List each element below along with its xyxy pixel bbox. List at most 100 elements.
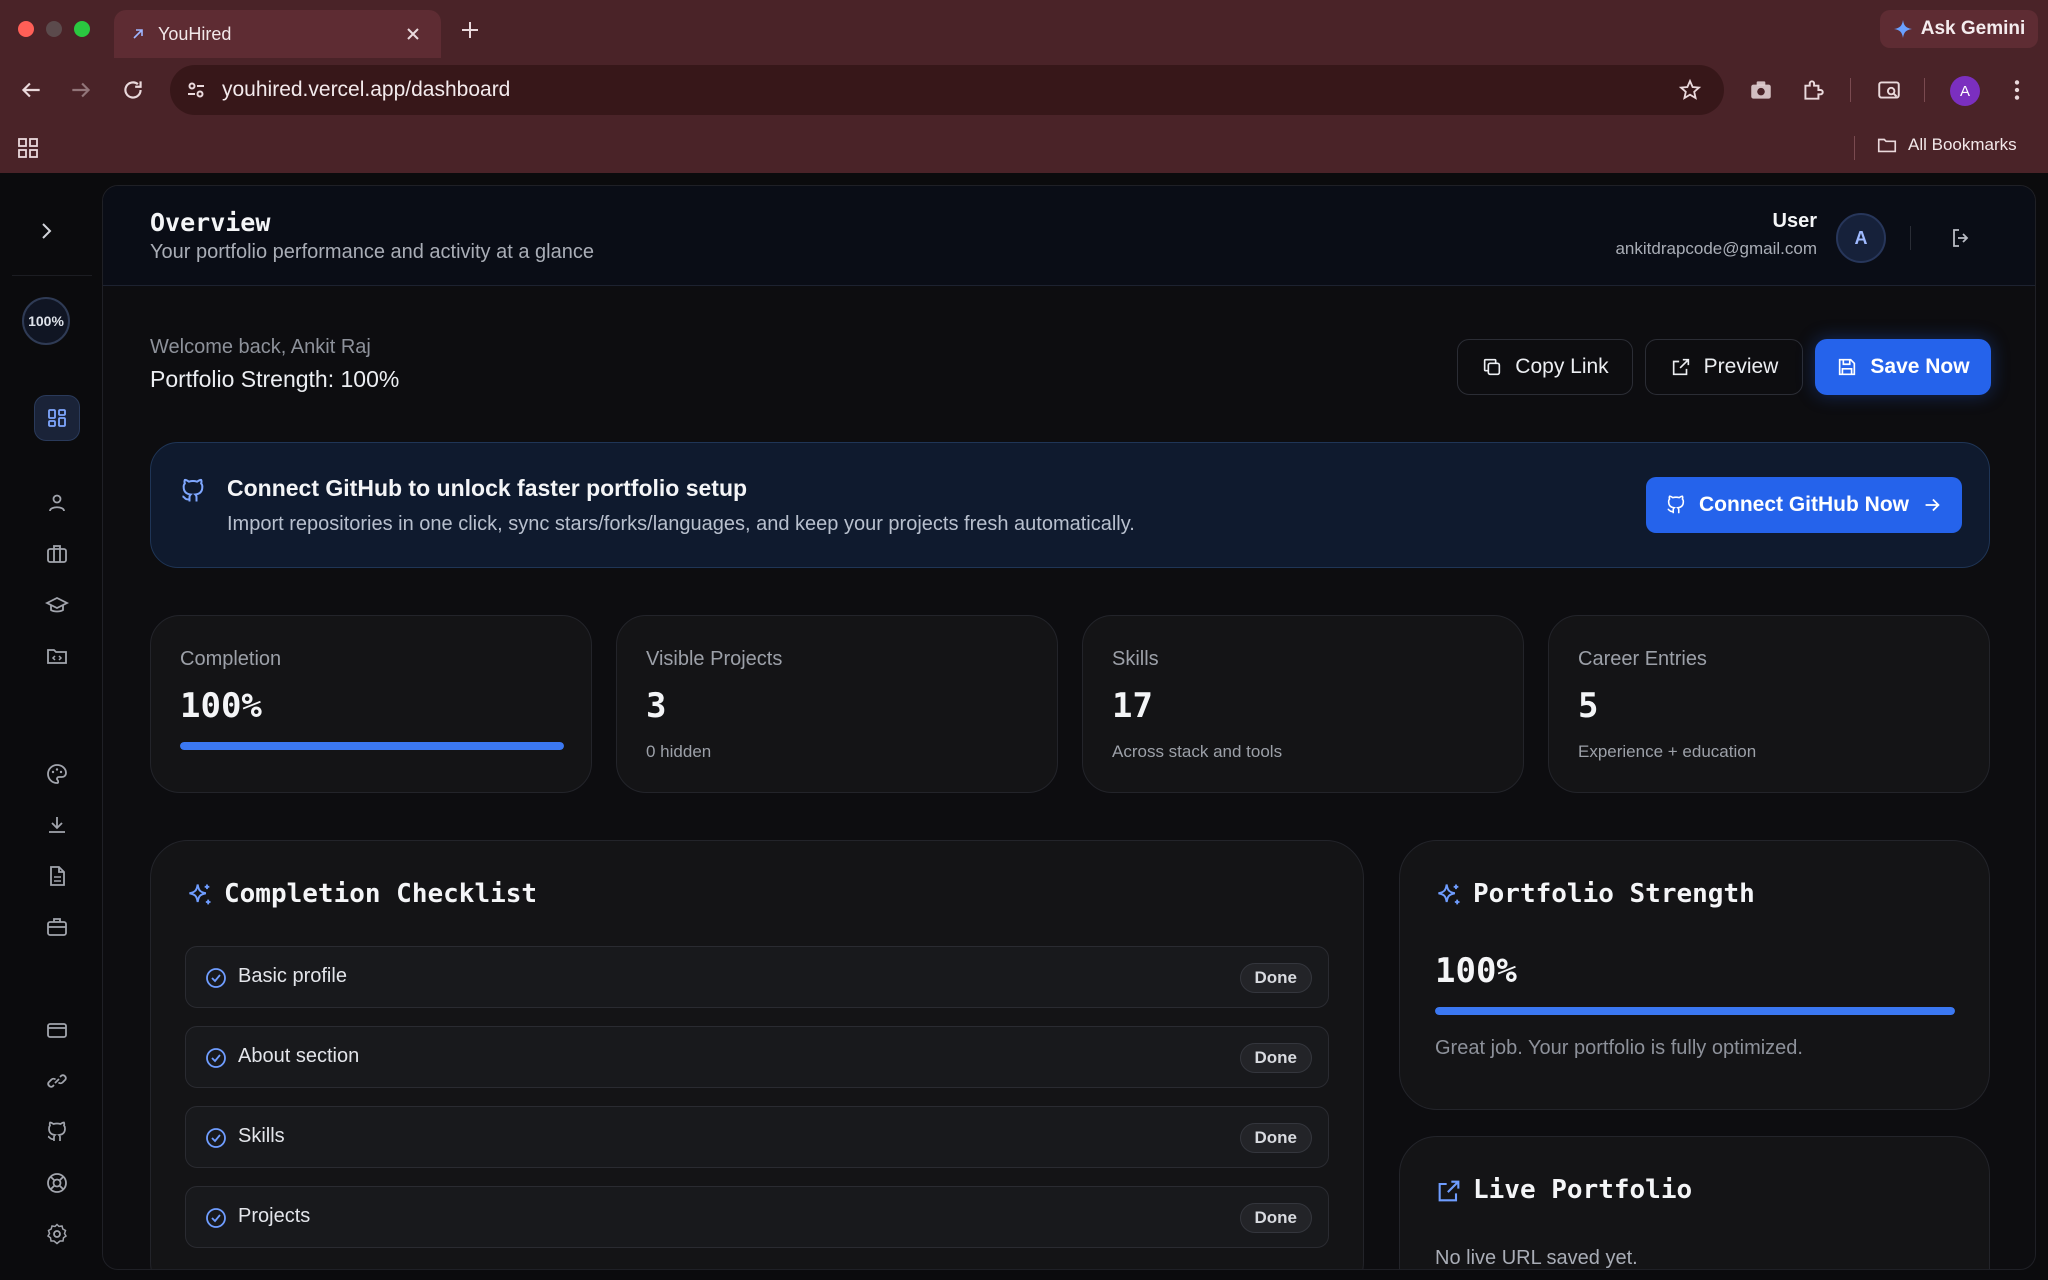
stat-subtext: Experience + education: [1578, 742, 1757, 761]
copy-icon: [1484, 358, 1501, 376]
tab-search-icon[interactable]: [1876, 77, 1902, 103]
file-text-icon[interactable]: [45, 864, 69, 888]
portfolio-strength-fill: [1435, 1007, 1955, 1015]
live-portfolio-message: No live URL saved yet.: [1435, 1247, 1638, 1269]
portfolio-strength-value: 100%: [1435, 951, 1517, 991]
user-avatar[interactable]: A: [1836, 213, 1886, 263]
stat-label: Visible Projects: [646, 648, 783, 670]
toolbar-separator: [1924, 78, 1925, 102]
header-separator: [1910, 226, 1911, 250]
stat-value: 100%: [180, 686, 262, 726]
folder-code-icon[interactable]: [45, 644, 69, 668]
close-window-button[interactable]: [18, 21, 34, 37]
completion-progress-fill: [180, 742, 564, 750]
apps-grid-icon[interactable]: [16, 136, 40, 160]
user-email: ankitdrapcode@gmail.com: [1615, 239, 1817, 258]
palette-icon[interactable]: [45, 762, 69, 786]
github-icon[interactable]: [45, 1120, 69, 1144]
lifebuoy-icon[interactable]: [45, 1171, 69, 1195]
back-icon[interactable]: [18, 77, 44, 103]
save-now-button[interactable]: Save Now: [1815, 339, 1991, 395]
browser-tab[interactable]: YouHired: [114, 10, 441, 58]
ask-gemini-button[interactable]: Ask Gemini: [1880, 10, 2038, 48]
new-tab-icon[interactable]: [458, 18, 482, 42]
site-settings-icon[interactable]: [184, 78, 208, 102]
forward-icon[interactable]: [68, 77, 94, 103]
check-circle-icon: [206, 1048, 226, 1068]
minimize-window-button[interactable]: [46, 21, 62, 37]
camera-extension-icon[interactable]: [1748, 77, 1774, 103]
checklist-item-label: About section: [238, 1045, 360, 1067]
github-banner-title: Connect GitHub to unlock faster portfoli…: [227, 475, 748, 501]
status-badge: Done: [1239, 963, 1312, 993]
live-portfolio-title: Live Portfolio: [1473, 1175, 1693, 1205]
stat-value: 3: [646, 686, 667, 726]
sidebar-expand-icon[interactable]: [34, 219, 58, 243]
checklist-item: Skills Done: [185, 1106, 1329, 1168]
stat-label: Completion: [180, 648, 282, 670]
profile-avatar[interactable]: A: [1950, 76, 1980, 106]
github-icon: [182, 478, 204, 502]
graduation-cap-icon[interactable]: [45, 593, 69, 617]
folder-icon: [1877, 138, 1897, 153]
live-portfolio-card: Live Portfolio No live URL saved yet.: [1399, 1136, 1990, 1269]
ask-gemini-label: Ask Gemini: [1920, 18, 2026, 39]
sparkles-icon: [189, 884, 211, 905]
extensions-puzzle-icon[interactable]: [1800, 77, 1826, 103]
address-bar[interactable]: youhired.vercel.app/dashboard: [170, 65, 1724, 115]
briefcase-alt-icon[interactable]: [45, 915, 69, 939]
browser-chrome: YouHired Ask Gemini youhired.vercel.app/…: [0, 0, 2048, 173]
copy-link-label: Copy Link: [1515, 355, 1609, 378]
checklist-item-label: Basic profile: [238, 965, 347, 987]
download-icon[interactable]: [45, 813, 69, 837]
portfolio-strength-line: Portfolio Strength: 100%: [150, 366, 400, 392]
save-now-label: Save Now: [1870, 355, 1970, 378]
preview-button[interactable]: Preview: [1645, 339, 1803, 395]
stat-label: Career Entries: [1578, 648, 1707, 670]
sidebar-progress-ring: 100%: [22, 297, 70, 345]
stat-card-visible-projects: Visible Projects 3 0 hidden: [616, 615, 1058, 793]
sidebar: 100%: [0, 173, 102, 1280]
logout-icon[interactable]: [1949, 226, 1973, 250]
checklist-item: Projects Done: [185, 1186, 1329, 1248]
dashboard-icon: [48, 409, 66, 427]
reload-icon[interactable]: [120, 77, 146, 103]
sidebar-item-dashboard[interactable]: [34, 395, 80, 441]
user-icon[interactable]: [45, 491, 69, 515]
github-icon: [1667, 495, 1685, 514]
checklist-item-label: Projects: [238, 1205, 311, 1227]
close-tab-icon[interactable]: [403, 24, 423, 44]
stat-label: Skills: [1112, 648, 1159, 670]
checklist-title: Completion Checklist: [224, 879, 538, 909]
url-text: youhired.vercel.app/dashboard: [222, 78, 511, 101]
connect-github-button[interactable]: Connect GitHub Now: [1646, 477, 1962, 533]
external-link-icon: [1672, 358, 1689, 376]
settings-icon[interactable]: [45, 1222, 69, 1246]
page-title: Overview: [150, 208, 271, 237]
sparkles-icon: [1438, 884, 1460, 905]
toolbar-separator: [1850, 78, 1851, 102]
bookmarks-separator: [1854, 136, 1855, 160]
external-link-icon: [1438, 1180, 1460, 1202]
portfolio-strength-message: Great job. Your portfolio is fully optim…: [1435, 1037, 1803, 1059]
app-root: 100% Overview Your portfolio performance…: [0, 173, 2048, 1280]
checklist-item: About section Done: [185, 1026, 1329, 1088]
sidebar-divider: [12, 275, 92, 276]
link-icon[interactable]: [45, 1069, 69, 1093]
maximize-window-button[interactable]: [74, 21, 90, 37]
briefcase-icon[interactable]: [45, 542, 69, 566]
main-panel: Overview Your portfolio performance and …: [102, 185, 2036, 1270]
bookmark-star-icon[interactable]: [1678, 78, 1702, 102]
favicon-icon: [133, 29, 143, 39]
copy-link-button[interactable]: Copy Link: [1457, 339, 1633, 395]
github-banner-description: Import repositories in one click, sync s…: [227, 513, 1135, 535]
stat-card-skills: Skills 17 Across stack and tools: [1082, 615, 1524, 793]
more-menu-icon[interactable]: [2004, 77, 2030, 103]
checklist-item: Basic profile Done: [185, 946, 1329, 1008]
credit-card-icon[interactable]: [45, 1018, 69, 1042]
checklist-item-label: Skills: [238, 1125, 285, 1147]
completion-progress-bar: [180, 742, 564, 750]
check-circle-icon: [206, 1128, 226, 1148]
portfolio-strength-card: Portfolio Strength 100% Great job. Your …: [1399, 840, 1990, 1110]
all-bookmarks-button[interactable]: All Bookmarks: [1876, 134, 2017, 156]
